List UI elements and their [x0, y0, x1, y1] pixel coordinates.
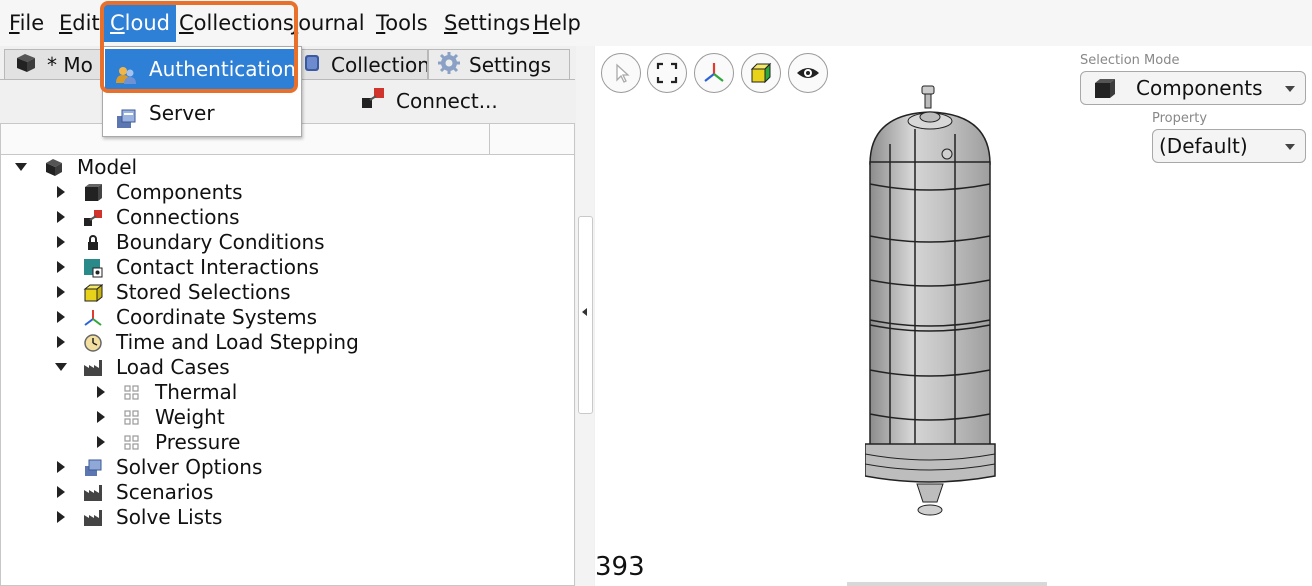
tree-row-connections[interactable]: Connections [1, 205, 576, 230]
collapse-arrow-icon[interactable] [55, 363, 67, 371]
stored-selection-button[interactable] [741, 53, 781, 93]
pressure-vessel-model[interactable] [865, 84, 1015, 524]
panel-splitter[interactable] [576, 46, 594, 586]
chevron-down-icon [1285, 86, 1295, 92]
expand-arrow-icon[interactable] [57, 511, 65, 523]
model-cube-icon [43, 158, 63, 178]
menu-edit[interactable]: Edit [53, 4, 106, 42]
clock-icon [83, 333, 103, 353]
collapse-panel-icon[interactable] [582, 308, 587, 316]
menu-item-authentication[interactable]: Authentication [105, 49, 297, 89]
select-tool-button[interactable] [601, 53, 641, 93]
grid-icon [122, 433, 142, 453]
grid-icon [122, 383, 142, 403]
menu-settings[interactable]: Settings [438, 4, 536, 42]
component-cube-icon [1095, 79, 1115, 98]
tree-row-load-cases[interactable]: Load Cases [1, 355, 576, 380]
selection-mode-label: Selection Mode [1080, 53, 1180, 68]
menu-journal[interactable]: Journal [286, 4, 371, 42]
expand-arrow-icon[interactable] [57, 186, 65, 198]
axes-view-button[interactable] [694, 53, 734, 93]
tree-row-stored-selections[interactable]: Stored Selections [1, 280, 576, 305]
model-cube-icon [13, 52, 39, 80]
cloud-menu-dropdown: Authentication Server [102, 46, 302, 137]
contact-icon [83, 258, 103, 278]
component-cube-icon [83, 183, 103, 203]
expand-arrow-icon[interactable] [57, 486, 65, 498]
tree-row-thermal[interactable]: Thermal [1, 380, 576, 405]
axes-icon [83, 308, 103, 328]
eye-icon [797, 68, 819, 78]
tree-row-solver-options[interactable]: Solver Options [1, 455, 576, 480]
expand-arrow-icon[interactable] [57, 461, 65, 473]
tab-settings[interactable]: Settings [428, 49, 570, 79]
tree-row-solve-lists[interactable]: Solve Lists [1, 505, 576, 530]
selection-mode-select[interactable]: Components [1080, 71, 1306, 105]
menu-item-server[interactable]: Server [105, 93, 297, 133]
gear-icon [437, 51, 461, 80]
collapse-arrow-icon[interactable] [15, 163, 27, 171]
expand-arrow-icon[interactable] [57, 236, 65, 248]
expand-arrow-icon[interactable] [97, 386, 105, 398]
connect-button[interactable]: Connect... [360, 84, 498, 118]
expand-arrow-icon[interactable] [57, 261, 65, 273]
factory-icon [83, 358, 103, 378]
axes-icon [704, 63, 724, 82]
tree-row-contact-interactions[interactable]: Contact Interactions [1, 255, 576, 280]
tree-row-time-load-stepping[interactable]: Time and Load Stepping [1, 330, 576, 355]
fit-frame-icon [656, 62, 678, 84]
users-icon [115, 59, 137, 84]
connection-icon [360, 86, 386, 120]
stored-selection-icon [750, 62, 772, 84]
server-icon [115, 103, 137, 128]
menu-collections[interactable]: Collections [173, 4, 300, 42]
tree-row-pressure[interactable]: Pressure [1, 430, 576, 455]
tree-row-model[interactable]: Model [1, 155, 576, 180]
model-tree: Model Components Connections Boundary Co… [0, 155, 575, 586]
expand-arrow-icon[interactable] [97, 436, 105, 448]
solver-icon [83, 458, 103, 478]
collection-icon [301, 52, 323, 80]
expand-arrow-icon[interactable] [57, 286, 65, 298]
tree-row-weight[interactable]: Weight [1, 405, 576, 430]
tree-row-boundary-conditions[interactable]: Boundary Conditions [1, 230, 576, 255]
menu-file[interactable]: File [3, 4, 50, 42]
property-select[interactable]: (Default) [1152, 129, 1306, 163]
connection-icon [83, 208, 103, 228]
lock-icon [83, 233, 103, 253]
stored-selection-icon [83, 283, 104, 303]
status-strip [847, 582, 1047, 586]
grid-icon [122, 408, 142, 428]
expand-arrow-icon[interactable] [57, 211, 65, 223]
menu-cloud[interactable]: Cloud [104, 4, 176, 42]
tab-collection[interactable]: Collection [292, 49, 428, 79]
tree-row-components[interactable]: Components [1, 180, 576, 205]
expand-arrow-icon[interactable] [57, 311, 65, 323]
node-counter: 393 [595, 552, 645, 582]
expand-arrow-icon[interactable] [97, 411, 105, 423]
menubar: File Edit Cloud Collections Journal Tool… [0, 0, 1312, 47]
visibility-button[interactable] [788, 53, 828, 93]
tree-row-coordinate-systems[interactable]: Coordinate Systems [1, 305, 576, 330]
menu-tools[interactable]: Tools [370, 4, 434, 42]
menu-help[interactable]: Help [527, 4, 587, 42]
factory-icon [83, 483, 103, 503]
cursor-arrow-icon [616, 63, 630, 83]
chevron-down-icon [1285, 144, 1295, 150]
property-label: Property [1152, 111, 1208, 126]
factory-icon [83, 508, 103, 528]
fit-view-button[interactable] [647, 53, 687, 93]
tree-row-scenarios[interactable]: Scenarios [1, 480, 576, 505]
expand-arrow-icon[interactable] [57, 336, 65, 348]
3d-viewport[interactable]: Selection Mode Components Property (Defa… [595, 46, 1312, 586]
column-splitter[interactable] [489, 124, 490, 154]
